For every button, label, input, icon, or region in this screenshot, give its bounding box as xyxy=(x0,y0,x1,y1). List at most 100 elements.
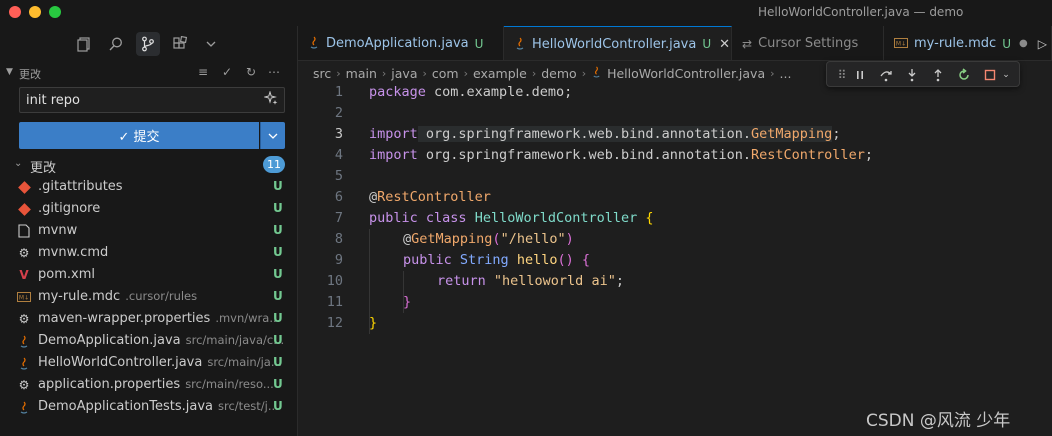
step-over-icon[interactable] xyxy=(877,66,895,84)
status-badge: U xyxy=(273,399,283,413)
chevron-right-icon: › xyxy=(422,66,427,80)
line-number: 1 xyxy=(334,84,343,100)
java-icon xyxy=(514,36,526,53)
code-editor[interactable]: 1 package com.example.demo; 2 3 import o… xyxy=(298,82,1052,436)
zoom-window-button[interactable] xyxy=(49,6,61,18)
status-badge: U xyxy=(273,289,283,303)
code-token: public xyxy=(403,252,452,268)
file-icon xyxy=(16,223,32,239)
code-token: import xyxy=(369,147,418,163)
list-item[interactable]: .gitattributes U xyxy=(0,176,298,198)
file-name: DemoApplicationTests.java xyxy=(38,399,214,414)
list-item[interactable]: V pom.xml U xyxy=(0,264,298,286)
source-control-icon[interactable] xyxy=(136,32,160,56)
breadcrumb-item[interactable]: java xyxy=(391,66,417,81)
list-item[interactable]: ⚙ application.properties src/main/reso...… xyxy=(0,374,298,396)
tab-status: U xyxy=(702,37,712,51)
code-token: GetMapping xyxy=(751,126,833,142)
code-token: org.springframework.web.bind.annotation. xyxy=(417,147,752,163)
file-name: mvnw xyxy=(38,223,78,238)
list-item[interactable]: DemoApplication.java src/main/java/c... U xyxy=(0,330,298,352)
chevron-right-icon: › xyxy=(581,66,587,80)
tab-scroll-right-icon[interactable]: ▷ xyxy=(1038,37,1047,51)
step-into-icon[interactable] xyxy=(903,66,921,84)
changes-group-header[interactable]: ⌄ 更改 11 xyxy=(0,154,298,176)
list-item[interactable]: .gitignore U xyxy=(0,198,298,220)
section-title: 更改 xyxy=(19,68,41,81)
pause-icon[interactable] xyxy=(851,66,869,84)
svg-text:M↓: M↓ xyxy=(896,40,906,47)
line-number: 11 xyxy=(326,294,343,310)
file-name: pom.xml xyxy=(38,267,95,282)
code-token: package xyxy=(369,84,426,100)
breadcrumb-item[interactable]: com xyxy=(432,66,459,81)
breadcrumb-item[interactable]: HelloWorldController.java xyxy=(607,66,765,81)
code-token: RestController xyxy=(377,189,491,205)
debug-toolbar: ⠿ ⌄ xyxy=(826,61,1020,87)
chevron-down-icon[interactable]: ⌄ xyxy=(997,66,1015,84)
minimize-window-button[interactable] xyxy=(29,6,41,18)
line-number: 4 xyxy=(334,147,343,163)
line-number: 2 xyxy=(334,105,343,121)
breadcrumb-item[interactable]: main xyxy=(346,66,377,81)
search-icon[interactable] xyxy=(104,32,128,56)
chevron-down-icon: ⌄ xyxy=(14,158,23,169)
close-icon[interactable]: ✕ xyxy=(719,37,730,52)
list-item[interactable]: ⚙ mvnw.cmd U xyxy=(0,242,298,264)
tab-label: my-rule.mdc xyxy=(914,36,997,51)
code-line: 9 public String hello() { xyxy=(298,250,1052,271)
list-item[interactable]: HelloWorldController.java src/main/ja... … xyxy=(0,352,298,374)
status-badge: U xyxy=(273,355,283,369)
sparkle-icon[interactable] xyxy=(263,90,278,109)
commit-dropdown-button[interactable] xyxy=(260,122,285,149)
code-token: String xyxy=(451,252,517,268)
list-item[interactable]: mvnw U xyxy=(0,220,298,242)
list-item[interactable]: DemoApplicationTests.java src/test/j... U xyxy=(0,396,298,418)
view-as-list-icon[interactable]: ≡ xyxy=(195,65,211,81)
file-path: src/main/java/c... xyxy=(185,333,285,347)
breadcrumb-item[interactable]: example xyxy=(473,66,527,81)
tab-my-rule[interactable]: M↓ my-rule.mdc U ● ▷ xyxy=(884,26,1052,60)
status-badge: U xyxy=(273,311,283,325)
file-name: mvnw.cmd xyxy=(38,245,109,260)
unsaved-dot-icon[interactable]: ● xyxy=(1019,38,1028,49)
chevron-right-icon: › xyxy=(531,66,537,80)
drag-handle-icon[interactable]: ⠿ xyxy=(833,66,851,84)
tab-demo-application[interactable]: DemoApplication.java U xyxy=(298,26,504,60)
list-item[interactable]: ⚙ maven-wrapper.properties .mvn/wra... U xyxy=(0,308,298,330)
source-control-sidebar: ▼ 更改 ≡ ✓ ↻ ⋯ ✓ 提交 ⌄ 更改 11 .gitattributes… xyxy=(0,26,298,436)
explorer-icon[interactable] xyxy=(72,32,96,56)
code-token: hello xyxy=(516,252,558,268)
breadcrumb-item[interactable]: demo xyxy=(541,66,576,81)
status-badge: U xyxy=(273,333,283,347)
line-number: 10 xyxy=(326,273,343,289)
tab-hello-world-controller[interactable]: HelloWorldController.java U ✕ xyxy=(504,26,732,60)
close-window-button[interactable] xyxy=(9,6,21,18)
code-token: com.example.demo; xyxy=(425,84,573,100)
file-name: maven-wrapper.properties xyxy=(38,311,211,326)
file-name: HelloWorldController.java xyxy=(38,355,203,370)
code-line-current: 3 import org.springframework.web.bind.an… xyxy=(298,124,1052,145)
code-line: 6 @RestController xyxy=(298,187,1052,208)
commit-message-input[interactable] xyxy=(26,91,256,109)
refresh-icon[interactable]: ↻ xyxy=(243,65,259,81)
step-out-icon[interactable] xyxy=(929,66,947,84)
restart-icon[interactable] xyxy=(955,66,973,84)
breadcrumb-item[interactable]: src xyxy=(313,66,331,81)
code-token: HelloWorldController xyxy=(474,210,638,226)
git-icon xyxy=(16,179,32,195)
code-token: @ xyxy=(369,189,378,205)
breadcrumb-item[interactable]: ... xyxy=(780,66,792,81)
extensions-icon[interactable] xyxy=(168,32,192,56)
tab-cursor-settings[interactable]: ⇄ Cursor Settings xyxy=(732,26,884,60)
more-actions-icon[interactable]: ⋯ xyxy=(266,65,282,81)
tab-label: Cursor Settings xyxy=(758,36,859,51)
status-badge: U xyxy=(273,179,283,193)
code-token: @ xyxy=(403,231,412,247)
source-control-section-header[interactable]: ▼ 更改 ≡ ✓ ↻ ⋯ xyxy=(0,62,298,84)
code-token: { xyxy=(637,210,654,226)
list-item[interactable]: M↓ my-rule.mdc .cursor/rules U xyxy=(0,286,298,308)
commit-button[interactable]: ✓ 提交 xyxy=(19,122,259,149)
chevron-down-icon[interactable] xyxy=(199,32,223,56)
commit-check-icon[interactable]: ✓ xyxy=(219,65,235,81)
